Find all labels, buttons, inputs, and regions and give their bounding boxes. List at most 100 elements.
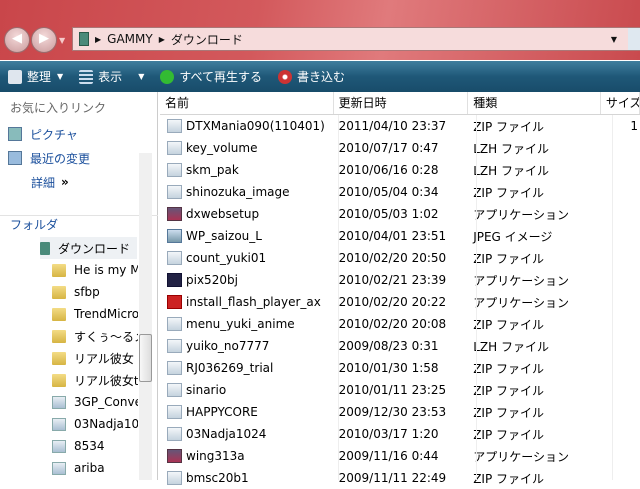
file-name-cell: count_yuki01 (160, 251, 334, 265)
file-name: bmsc20b1 (186, 471, 249, 485)
file-name: sinario (186, 383, 227, 397)
more-links[interactable]: 詳細 » (0, 170, 157, 194)
file-name: 03Nadja1024 (186, 427, 267, 441)
tree-item[interactable]: リアル彼女・ (52, 347, 138, 369)
file-type-cell: アプリケーション (473, 449, 569, 464)
breadcrumb-downloads[interactable]: ダウンロード (171, 31, 243, 48)
file-row[interactable]: yuiko_no7777 2009/08/23 0:31 LZH ファイル (160, 335, 640, 357)
tree-item[interactable]: sfbp (52, 281, 138, 303)
tree-item[interactable]: リアル彼女t (52, 369, 138, 391)
file-row[interactable]: menu_yuki_anime 2010/02/20 20:08 ZIP ファイル (160, 313, 640, 335)
file-row[interactable]: install_flash_player_ax 2010/02/20 20:22 ア… (160, 291, 640, 313)
file-date-cell: 2010/07/17 0:47 (338, 141, 439, 155)
file-type-cell: アプリケーション (473, 273, 569, 288)
recent-pages-dropdown[interactable]: ▼ (59, 36, 65, 45)
file-row[interactable]: pix520bj 2010/02/21 23:39 アプリケーション (160, 269, 640, 291)
zip-file-icon (167, 163, 182, 177)
zip-file-icon (167, 185, 182, 199)
folder-icon (52, 307, 66, 321)
file-row[interactable]: RJ036269_trial 2010/01/30 1:58 ZIP ファイル (160, 357, 640, 379)
column-header-date[interactable]: 更新日時 (334, 92, 469, 114)
file-row[interactable]: DTXMania090(110401) 2011/04/10 23:37 ZIP フ… (160, 115, 640, 137)
file-name-cell: RJ036269_trial (160, 361, 334, 375)
folder-icon (52, 285, 66, 299)
back-button[interactable]: ◀ (4, 27, 30, 53)
favorite-link-pictures[interactable]: ピクチャ (0, 122, 157, 146)
scrollbar-thumb[interactable] (139, 334, 152, 382)
tree-item[interactable]: He is my M (52, 259, 138, 281)
address-dropdown-icon[interactable]: ▼ (611, 35, 617, 44)
file-name-cell: yuiko_no7777 (160, 339, 334, 353)
file-name-cell: shinozuka_image (160, 185, 334, 199)
tree-item-label: TrendMicro_ (74, 307, 138, 321)
file-row[interactable]: count_yuki01 2010/02/20 20:50 ZIP ファイル (160, 247, 640, 269)
play-all-button[interactable]: すべて再生する (160, 68, 262, 85)
views-button[interactable]: 表示 ▼ (79, 68, 144, 85)
file-date-cell: 2010/01/11 23:25 (338, 383, 447, 397)
folders-pane-header[interactable]: フォルダ⌄ (0, 215, 158, 237)
navigation-pane: お気に入りリンク ピクチャ 最近の変更 詳細 » フォルダ⌄ ダウンロード He i… (0, 92, 158, 480)
file-name-cell: WP_saizou_L (160, 229, 334, 243)
tree-item[interactable]: すくぅ～るメ (52, 325, 138, 347)
tree-item[interactable]: TrendMicro_ (52, 303, 138, 325)
file-date-cell: 2009/11/16 0:44 (338, 449, 439, 463)
file-name-cell: dxwebsetup (160, 207, 334, 221)
tree-item-label: リアル彼女t (74, 373, 138, 388)
file-row[interactable]: sinario 2010/01/11 23:25 ZIP ファイル (160, 379, 640, 401)
more-label: 詳細 (31, 175, 56, 190)
file-date-cell: 2010/05/03 1:02 (338, 207, 439, 221)
tree-item[interactable]: ariba (52, 457, 138, 479)
file-name-cell: install_flash_player_ax (160, 295, 334, 309)
app-file-icon (167, 449, 182, 463)
file-row[interactable]: WP_saizou_L 2010/04/01 23:51 JPEG イメージ (160, 225, 640, 247)
file-name-cell: sinario (160, 383, 334, 397)
refresh-button[interactable] (628, 28, 640, 50)
file-row[interactable]: skm_pak 2010/06/16 0:28 LZH ファイル (160, 159, 640, 181)
pictures-icon (8, 127, 22, 141)
tree-item[interactable]: ダウンロード (40, 237, 137, 259)
pix-file-icon (167, 273, 182, 287)
tree-item-label: ariba (74, 461, 105, 475)
breadcrumb-gammy[interactable]: GAMMY (107, 32, 153, 46)
column-header-name[interactable]: 名前 (160, 92, 334, 114)
tree-item[interactable]: 03Nadja102 (52, 413, 138, 435)
file-row[interactable]: shinozuka_image 2010/05/04 0:34 ZIP ファイル (160, 181, 640, 203)
file-row[interactable]: dxwebsetup 2010/05/03 1:02 アプリケーション (160, 203, 640, 225)
file-name-cell: 03Nadja1024 (160, 427, 334, 441)
file-row[interactable]: key_volume 2010/07/17 0:47 LZH ファイル (160, 137, 640, 159)
folders-heading: フォルダ (10, 218, 59, 232)
file-date-cell: 2010/06/16 0:28 (338, 163, 439, 177)
file-row[interactable]: bmsc20b1 2009/11/11 22:49 ZIP ファイル (160, 467, 640, 489)
forward-button[interactable]: ▶ (31, 27, 57, 53)
file-name: shinozuka_image (186, 185, 290, 199)
file-date-cell: 2010/02/20 20:08 (338, 317, 447, 331)
file-name: install_flash_player_ax (186, 295, 321, 309)
file-date-cell: 2010/04/01 23:51 (338, 229, 447, 243)
file-type-cell: LZH ファイル (473, 339, 549, 354)
burn-button[interactable]: 書き込む (278, 68, 345, 85)
organize-button[interactable]: 整理 ▼ (8, 68, 63, 85)
file-type-cell: ZIP ファイル (473, 251, 545, 266)
column-header-size[interactable]: サイズ (601, 92, 640, 114)
file-row[interactable]: wing313a 2009/11/16 0:44 アプリケーション (160, 445, 640, 467)
tree-item[interactable]: 3GP_Conve (52, 391, 138, 413)
column-divider (338, 115, 339, 480)
folder-tree-scrollbar[interactable] (139, 153, 152, 480)
file-date-cell: 2010/03/17 1:20 (338, 427, 439, 441)
forward-arrow-icon: ▶ (39, 31, 49, 46)
file-row[interactable]: HAPPYCORE 2009/12/30 23:53 ZIP ファイル (160, 401, 640, 423)
file-name-cell: wing313a (160, 449, 334, 463)
file-row[interactable]: 03Nadja1024 2010/03/17 1:20 ZIP ファイル (160, 423, 640, 445)
file-size-cell: 1 (630, 119, 638, 133)
tree-item[interactable]: 8534 (52, 435, 138, 457)
favorite-link-recent[interactable]: 最近の変更 (0, 146, 157, 170)
file-list: 名前 更新日時 種類 サイズ DTXMania090(110401) 2011/0… (160, 92, 640, 486)
column-header-type[interactable]: 種類 (468, 92, 601, 114)
file-type-cell: アプリケーション (473, 295, 569, 310)
address-bar[interactable]: ▶ GAMMY ▶ ダウンロード ▼ (72, 27, 640, 51)
zip-folder-icon (52, 395, 66, 409)
file-name: HAPPYCORE (186, 405, 258, 419)
zip-file-icon (167, 339, 182, 353)
column-headers: 名前 更新日時 種類 サイズ (160, 92, 640, 115)
file-date-cell: 2010/02/20 20:22 (338, 295, 447, 309)
